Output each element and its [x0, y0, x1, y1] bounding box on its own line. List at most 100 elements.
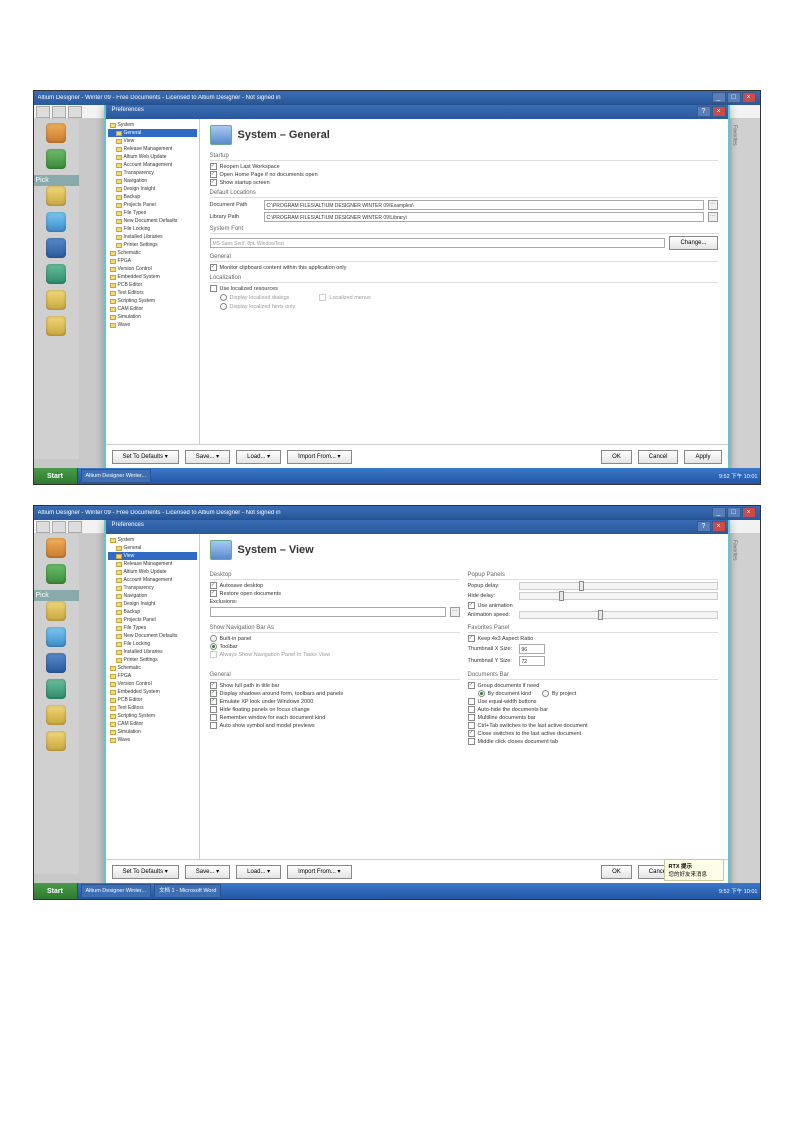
maximize-button[interactable]: □	[727, 507, 741, 518]
tree-item[interactable]: FPGA	[108, 672, 197, 680]
tree-item[interactable]: Embedded System	[108, 273, 197, 281]
dock-icon[interactable]	[46, 601, 66, 621]
taskbar-item[interactable]: 文档 1 - Microsoft Word	[154, 884, 221, 898]
checkbox[interactable]: ✓	[468, 682, 475, 689]
hide-delay-slider[interactable]	[519, 592, 718, 600]
tree-item[interactable]: File Locking	[108, 640, 197, 648]
tree-item[interactable]: Projects Panel	[108, 616, 197, 624]
toolbar-icon[interactable]	[52, 521, 66, 533]
checkbox[interactable]: ✓	[468, 730, 475, 737]
checkbox[interactable]: ✓	[210, 171, 217, 178]
checkbox[interactable]	[210, 722, 217, 729]
tree-item[interactable]: Release Management	[108, 560, 197, 568]
tree-item[interactable]: File Types	[108, 209, 197, 217]
checkbox[interactable]: ✓	[468, 602, 475, 609]
checkbox[interactable]	[468, 714, 475, 721]
set-defaults-button[interactable]: Set To Defaults ▾	[112, 865, 179, 879]
minimize-button[interactable]: _	[712, 92, 726, 103]
pref-help-button[interactable]: ?	[697, 106, 711, 117]
exclusions-field[interactable]	[210, 607, 446, 617]
tree-item[interactable]: Backup	[108, 193, 197, 201]
ok-button[interactable]: OK	[601, 865, 632, 879]
tree-item[interactable]: Backup	[108, 608, 197, 616]
checkbox[interactable]: ✓	[210, 682, 217, 689]
apply-button[interactable]: Apply	[684, 450, 721, 464]
tree-item[interactable]: Wave	[108, 736, 197, 744]
tree-item[interactable]: Printer Settings	[108, 656, 197, 664]
tree-item[interactable]: Projects Panel	[108, 201, 197, 209]
checkbox[interactable]: ✓	[468, 635, 475, 642]
tree-item[interactable]: FPGA	[108, 257, 197, 265]
dock-icon[interactable]	[46, 264, 66, 284]
tree-item[interactable]: PCB Editor	[108, 696, 197, 704]
dock-icon[interactable]	[46, 679, 66, 699]
tree-item[interactable]: Altium Web Update	[108, 153, 197, 161]
pref-close-button[interactable]: ×	[712, 521, 726, 532]
tree-item[interactable]: Wave	[108, 321, 197, 329]
checkbox[interactable]: ✓	[210, 163, 217, 170]
checkbox[interactable]	[210, 714, 217, 721]
import-button[interactable]: Import From... ▾	[287, 450, 351, 464]
tree-item[interactable]: Account Management	[108, 161, 197, 169]
preferences-tree[interactable]: SystemGeneralViewRelease ManagementAltiu…	[106, 534, 200, 859]
system-tray[interactable]: 9:52 下午 10:01	[719, 472, 758, 480]
thumb-x-field[interactable]: 96	[519, 644, 545, 654]
tree-item[interactable]: View	[108, 552, 197, 560]
tree-item[interactable]: Printer Settings	[108, 241, 197, 249]
dock-icon[interactable]	[46, 705, 66, 725]
tree-item[interactable]: Altium Web Update	[108, 568, 197, 576]
checkbox[interactable]	[210, 706, 217, 713]
toolbar-icon[interactable]	[36, 106, 50, 118]
tree-item[interactable]: Version Control	[108, 680, 197, 688]
taskbar-item[interactable]: Altium Designer Winter...	[81, 884, 152, 898]
dock-icon[interactable]	[46, 564, 66, 584]
checkbox[interactable]: ✓	[210, 698, 217, 705]
taskbar-item[interactable]: Altium Designer Winter...	[81, 469, 152, 483]
dock-icon[interactable]	[46, 149, 66, 169]
tree-item[interactable]: Version Control	[108, 265, 197, 273]
dock-icon[interactable]	[46, 290, 66, 310]
tree-item[interactable]: Design Insight	[108, 185, 197, 193]
toolbar-icon[interactable]	[68, 106, 82, 118]
tree-item[interactable]: File Types	[108, 624, 197, 632]
doc-path-field[interactable]: C:\PROGRAM FILES\ALTIUM DESIGNER WINTER …	[264, 200, 704, 210]
tree-item[interactable]: Installed Libraries	[108, 648, 197, 656]
system-tray[interactable]: 9:52 下午 10:01	[719, 887, 758, 895]
tree-item[interactable]: New Document Defaults	[108, 217, 197, 225]
tree-item[interactable]: General	[108, 544, 197, 552]
tree-item[interactable]: System	[108, 536, 197, 544]
import-button[interactable]: Import From... ▾	[287, 865, 351, 879]
load-button[interactable]: Load... ▾	[236, 450, 281, 464]
lib-path-field[interactable]: C:\PROGRAM FILES\ALTIUM DESIGNER WINTER …	[264, 212, 704, 222]
tree-item[interactable]: Text Editors	[108, 704, 197, 712]
tree-item[interactable]: Scripting System	[108, 712, 197, 720]
checkbox[interactable]: ✓	[210, 264, 217, 271]
checkbox[interactable]: ✓	[210, 590, 217, 597]
tree-item[interactable]: Design Insight	[108, 600, 197, 608]
change-button[interactable]: Change...	[669, 236, 717, 250]
tree-item[interactable]: File Locking	[108, 225, 197, 233]
thumb-y-field[interactable]: 72	[519, 656, 545, 666]
preferences-tree[interactable]: SystemGeneralViewRelease ManagementAltiu…	[106, 119, 200, 444]
tree-item[interactable]: Transparency	[108, 169, 197, 177]
save-button[interactable]: Save... ▾	[185, 865, 230, 879]
checkbox[interactable]	[468, 706, 475, 713]
checkbox[interactable]	[468, 722, 475, 729]
tree-item[interactable]: Navigation	[108, 592, 197, 600]
tree-item[interactable]: View	[108, 137, 197, 145]
set-defaults-button[interactable]: Set To Defaults ▾	[112, 450, 179, 464]
dock-icon[interactable]	[46, 731, 66, 751]
dock-icon[interactable]	[46, 316, 66, 336]
dock-icon[interactable]	[46, 123, 66, 143]
tree-item[interactable]: Schematic	[108, 249, 197, 257]
tree-item[interactable]: CAM Editor	[108, 305, 197, 313]
tree-item[interactable]: Account Management	[108, 576, 197, 584]
toolbar-icon[interactable]	[36, 521, 50, 533]
save-button[interactable]: Save... ▾	[185, 450, 230, 464]
checkbox[interactable]: ✓	[210, 690, 217, 697]
dock-icon[interactable]	[46, 653, 66, 673]
pref-help-button[interactable]: ?	[697, 521, 711, 532]
start-button[interactable]: Start	[34, 468, 78, 484]
tree-item[interactable]: PCB Editor	[108, 281, 197, 289]
tree-item[interactable]: Simulation	[108, 728, 197, 736]
